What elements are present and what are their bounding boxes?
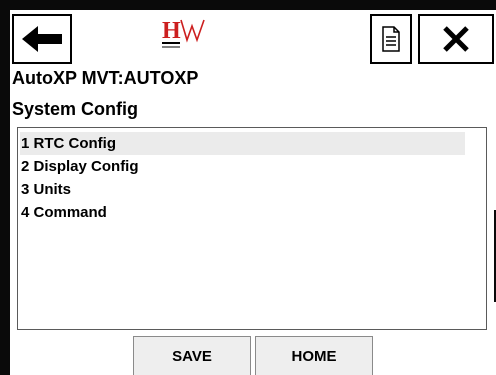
page-title: System Config: [12, 99, 139, 119]
save-button[interactable]: SAVE: [133, 336, 251, 375]
document-button[interactable]: [370, 14, 412, 64]
document-icon: [382, 26, 400, 52]
header-bar: H: [10, 10, 496, 64]
close-icon: [443, 26, 469, 52]
back-button[interactable]: [12, 14, 72, 64]
hw-logo-icon: H: [160, 16, 210, 52]
svg-text:H: H: [162, 18, 181, 44]
arrow-left-icon: [22, 26, 62, 52]
window-frame-top: [0, 0, 496, 10]
close-button[interactable]: [418, 14, 494, 64]
menu-list[interactable]: 1 RTC Config 2 Display Config 3 Units 4 …: [17, 127, 487, 330]
menu-item-display-config[interactable]: 2 Display Config: [20, 155, 139, 178]
device-title: AutoXP MVT:AUTOXP: [12, 68, 199, 88]
menu-item-rtc-config[interactable]: 1 RTC Config: [20, 132, 465, 155]
window-frame-left: [0, 0, 10, 375]
home-button[interactable]: HOME: [255, 336, 373, 375]
menu-item-units[interactable]: 3 Units: [20, 178, 71, 201]
menu-item-command[interactable]: 4 Command: [20, 201, 107, 224]
